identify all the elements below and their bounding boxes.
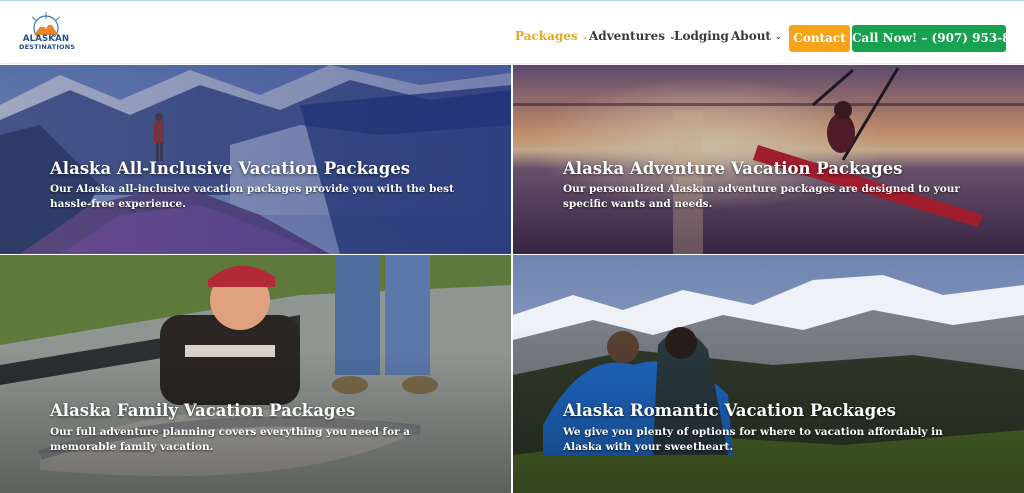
- logo-wordmark-bottom: DESTINATIONS: [19, 43, 76, 51]
- nav-item-label: About: [731, 29, 771, 43]
- package-title: Alaska Adventure Vacation Packages: [563, 159, 903, 178]
- contact-button[interactable]: Contact: [789, 25, 850, 52]
- chevron-down-icon: ⌄: [581, 32, 589, 41]
- package-tile-family[interactable]: Alaska Family Vacation Packages Our full…: [0, 255, 511, 493]
- call-now-button[interactable]: Call Now! – (907) 953-8875: [852, 25, 1024, 52]
- nav-item-packages[interactable]: Packages ⌄: [515, 26, 588, 48]
- logo-wordmark-top: ALASKAN: [22, 34, 70, 44]
- package-tile-all-inclusive[interactable]: Alaska All-Inclusive Vacation Packages O…: [0, 65, 511, 254]
- package-title: Alaska Family Vacation Packages: [50, 401, 356, 420]
- site-header: ALASKAN DESTINATIONS Packages ⌄ Adventure…: [0, 0, 1024, 64]
- package-description: Our personalized Alaskan adventure packa…: [563, 183, 960, 210]
- package-title: Alaska Romantic Vacation Packages: [563, 401, 896, 420]
- package-description: Our Alaska all-inclusive vacation packag…: [50, 183, 454, 210]
- package-description: Our full adventure planning covers every…: [50, 426, 411, 453]
- nav-item-about[interactable]: About ⌄: [731, 26, 782, 48]
- nav-item-label: Lodging: [674, 29, 729, 43]
- nav-item-label: Packages: [515, 29, 578, 43]
- alaskan-destinations-logo[interactable]: ALASKAN DESTINATIONS: [19, 11, 76, 56]
- nav-item-lodging[interactable]: Lodging: [674, 26, 729, 46]
- chevron-down-icon: ⌄: [774, 32, 782, 41]
- package-title: Alaska All-Inclusive Vacation Packages: [50, 159, 411, 178]
- nav-item-adventures[interactable]: Adventures ⌄: [589, 26, 676, 48]
- nav-item-label: Adventures: [589, 29, 666, 43]
- package-tile-adventure[interactable]: Alaska Adventure Vacation Packages Our p…: [513, 65, 1024, 254]
- package-description: We give you plenty of options for where …: [563, 426, 943, 453]
- package-tile-romantic[interactable]: Alaska Romantic Vacation Packages We giv…: [513, 255, 1024, 493]
